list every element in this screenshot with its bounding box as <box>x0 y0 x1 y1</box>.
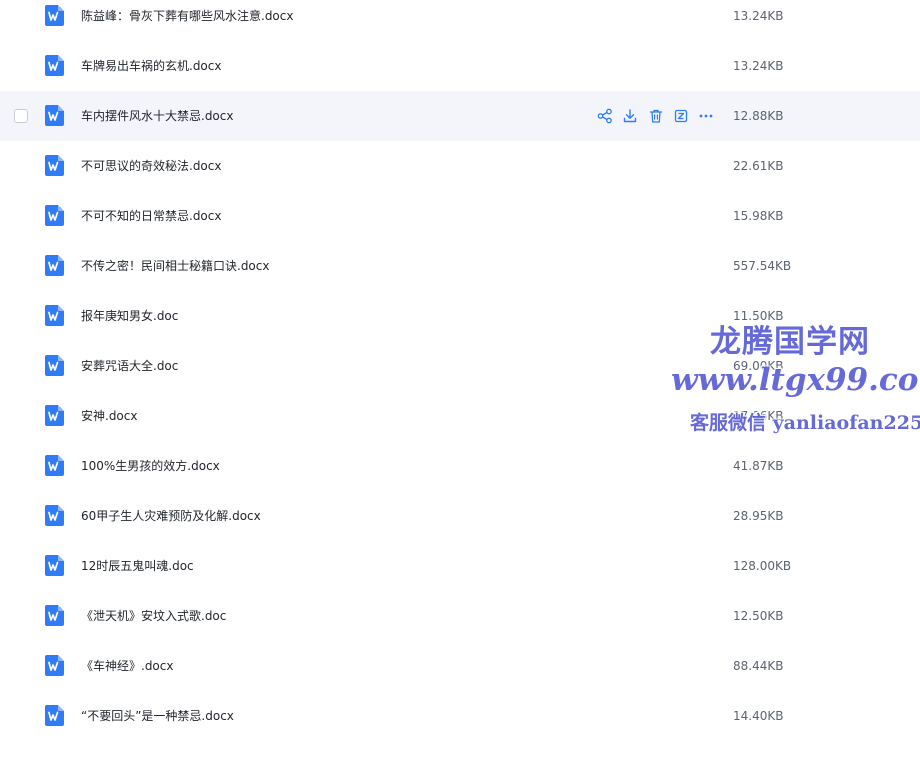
file-name[interactable]: “不要回头”是一种禁忌.docx <box>81 691 234 741</box>
file-row[interactable]: 车牌易出车祸的玄机.docx 13.24KB <box>0 41 920 91</box>
file-row[interactable]: 安神.docx 17.06KB <box>0 391 920 441</box>
word-file-icon <box>45 705 64 726</box>
file-row[interactable]: 车内摆件风水十大禁忌.docx 12.88KB <box>0 91 920 141</box>
file-size: 15.98KB <box>733 209 784 223</box>
file-name[interactable]: 安葬咒语大全.doc <box>81 341 178 391</box>
row-checkbox[interactable] <box>14 109 28 123</box>
file-size: 41.87KB <box>733 459 784 473</box>
file-name[interactable]: 陈益峰：骨灰下葬有哪些风水注意.docx <box>81 0 293 41</box>
word-file-icon <box>45 5 64 26</box>
word-file-icon <box>45 355 64 376</box>
word-file-icon <box>45 455 64 476</box>
file-size: 22.61KB <box>733 159 784 173</box>
file-size: 13.24KB <box>733 9 784 23</box>
file-size: 128.00KB <box>733 559 792 573</box>
file-name[interactable]: 车牌易出车祸的玄机.docx <box>81 41 221 91</box>
file-name[interactable]: 《泄天机》安坟入式歌.doc <box>81 591 226 641</box>
file-name[interactable]: 安神.docx <box>81 391 137 441</box>
file-name[interactable]: 60甲子生人灾难预防及化解.docx <box>81 491 261 541</box>
file-row[interactable]: 《泄天机》安坟入式歌.doc 12.50KB <box>0 591 920 641</box>
file-size: 14.40KB <box>733 709 784 723</box>
word-file-icon <box>45 405 64 426</box>
file-list: 陈益峰：骨灰下葬有哪些风水注意.docx 13.24KB 车牌易出车祸的玄机.doc… <box>0 0 920 759</box>
download-icon[interactable] <box>621 107 639 125</box>
file-row[interactable]: 60甲子生人灾难预防及化解.docx 28.95KB <box>0 491 920 541</box>
file-name[interactable]: 不可思议的奇效秘法.docx <box>81 141 221 191</box>
file-size: 17.06KB <box>733 409 784 423</box>
word-file-icon <box>45 605 64 626</box>
file-row[interactable]: 《车神经》.docx 88.44KB <box>0 641 920 691</box>
file-name[interactable]: 《车神经》.docx <box>81 641 173 691</box>
file-name[interactable]: 报年庚知男女.doc <box>81 291 178 341</box>
file-size: 28.95KB <box>733 509 784 523</box>
word-file-icon <box>45 55 64 76</box>
word-file-icon <box>45 655 64 676</box>
file-row[interactable]: 12时辰五鬼叫魂.doc 128.00KB <box>0 541 920 591</box>
word-file-icon <box>45 555 64 576</box>
file-name[interactable]: 不传之密！民间相士秘籍口诀.docx <box>81 241 269 291</box>
share-icon[interactable] <box>596 107 614 125</box>
word-file-icon <box>45 505 64 526</box>
file-size: 557.54KB <box>733 259 792 273</box>
file-size: 12.50KB <box>733 609 784 623</box>
file-size: 12.88KB <box>733 109 784 123</box>
word-file-icon <box>45 205 64 226</box>
word-file-icon <box>45 255 64 276</box>
file-name[interactable]: 车内摆件风水十大禁忌.docx <box>81 91 233 141</box>
file-size: 88.44KB <box>733 659 784 673</box>
word-file-icon <box>45 155 64 176</box>
ellipsis-icon[interactable] <box>697 107 715 125</box>
file-row[interactable]: 不传之密！民间相士秘籍口诀.docx 557.54KB <box>0 241 920 291</box>
file-row[interactable]: 报年庚知男女.doc 11.50KB <box>0 291 920 341</box>
delete-icon[interactable] <box>647 107 665 125</box>
file-row[interactable]: 安葬咒语大全.doc 69.00KB <box>0 341 920 391</box>
word-file-icon <box>45 305 64 326</box>
word-file-icon <box>45 105 64 126</box>
file-row[interactable]: 100%生男孩的效方.docx 41.87KB <box>0 441 920 491</box>
file-name[interactable]: 不可不知的日常禁忌.docx <box>81 191 221 241</box>
file-row[interactable]: 不可不知的日常禁忌.docx 15.98KB <box>0 191 920 241</box>
file-name[interactable]: 12时辰五鬼叫魂.doc <box>81 541 194 591</box>
file-size: 11.50KB <box>733 309 784 323</box>
more-icon-box[interactable] <box>672 107 690 125</box>
file-size: 13.24KB <box>733 59 784 73</box>
file-size: 69.00KB <box>733 359 784 373</box>
file-row[interactable]: “不要回头”是一种禁忌.docx 14.40KB <box>0 691 920 741</box>
file-row[interactable]: 不可思议的奇效秘法.docx 22.61KB <box>0 141 920 191</box>
file-row[interactable]: 陈益峰：骨灰下葬有哪些风水注意.docx 13.24KB <box>0 0 920 41</box>
file-name[interactable]: 100%生男孩的效方.docx <box>81 441 220 491</box>
